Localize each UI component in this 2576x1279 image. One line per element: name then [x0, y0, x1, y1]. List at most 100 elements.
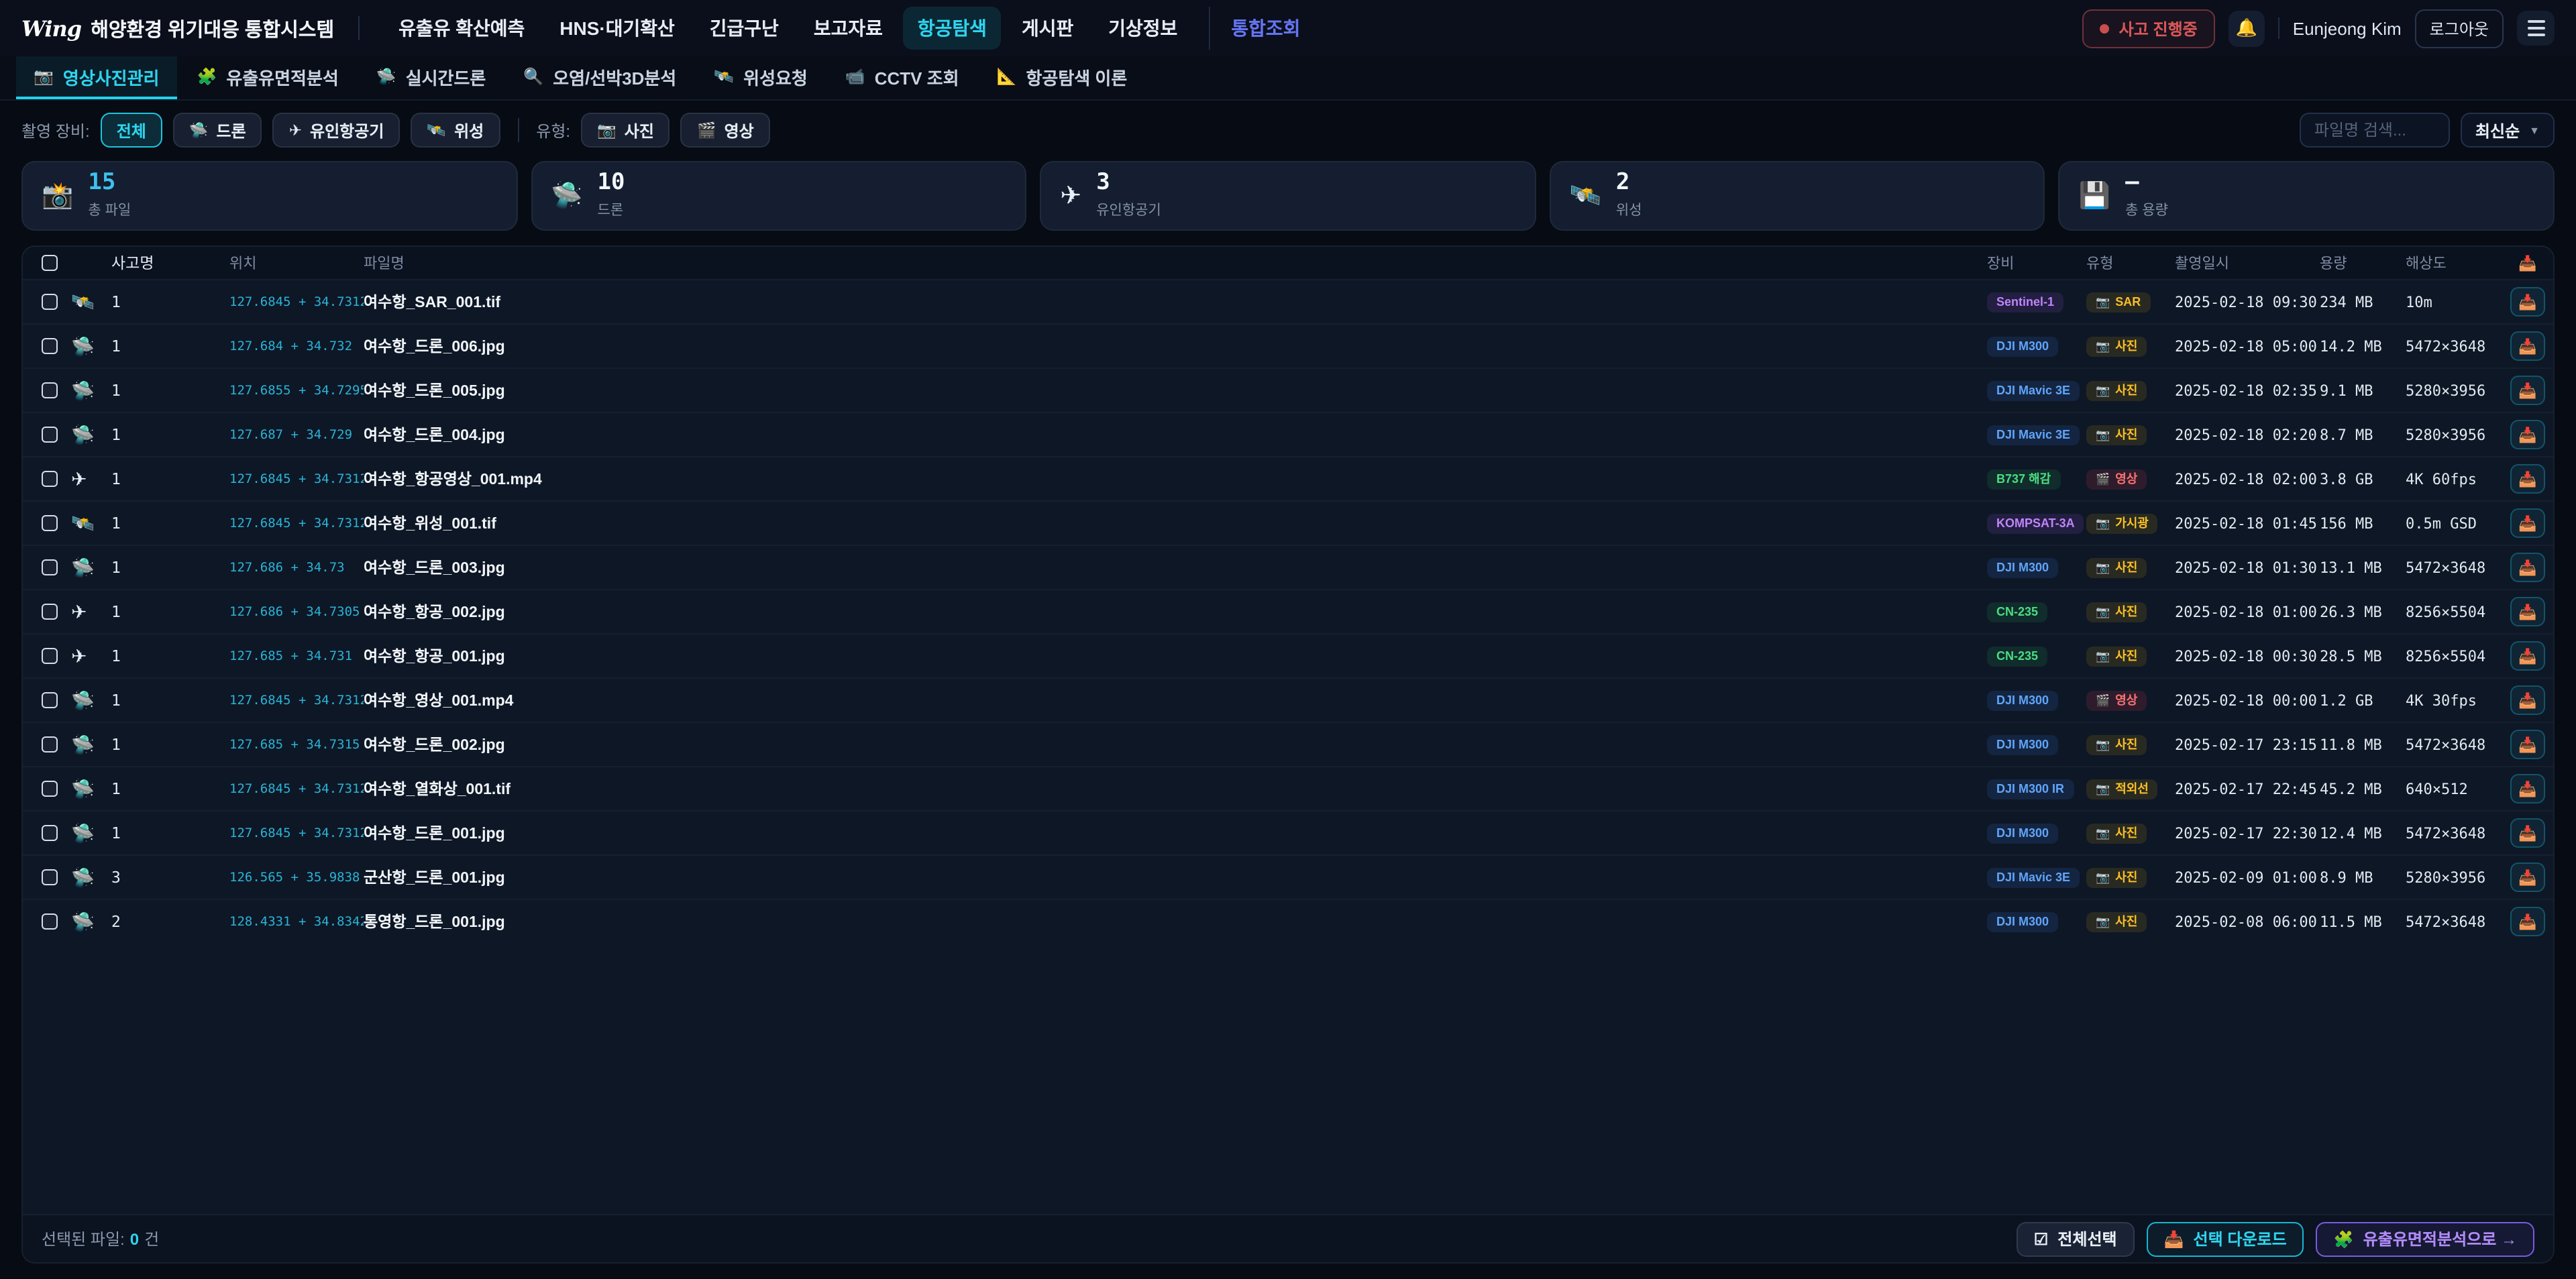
row-checkbox[interactable]	[42, 648, 58, 664]
hamburger-menu-icon[interactable]	[2517, 11, 2555, 46]
coordinates-link[interactable]: 127.6845 + 34.7312	[229, 516, 364, 531]
footer-action-button[interactable]: 🧩 유출유면적분석으로 →	[2316, 1221, 2534, 1256]
table-row[interactable]: ✈ 1 127.6845 + 34.7312 여수항_항공영상_001.mp4 …	[23, 456, 2553, 500]
table-row[interactable]: 🛸 2 128.4331 + 34.8342 통영항_드론_001.jpg DJ…	[23, 899, 2553, 943]
equipment-icon: 🛸	[71, 335, 111, 357]
row-checkbox[interactable]	[42, 781, 58, 797]
table-row[interactable]: 🛸 1 127.687 + 34.729 여수항_드론_004.jpg DJI …	[23, 412, 2553, 456]
table-row[interactable]: 🛸 1 127.6845 + 34.7312 여수항_영상_001.mp4 DJ…	[23, 677, 2553, 722]
incident-id: 1	[111, 735, 229, 754]
tab-item[interactable]: 🔍 오염/선박3D분석	[506, 56, 694, 99]
download-button[interactable]: 📥	[2510, 907, 2545, 936]
equipment-filter-chip[interactable]: 🛰️ 위성	[411, 113, 500, 148]
table-row[interactable]: 🛸 1 127.684 + 34.732 여수항_드론_006.jpg DJI …	[23, 323, 2553, 368]
row-checkbox[interactable]	[42, 427, 58, 443]
table-row[interactable]: 🛰️ 1 127.6845 + 34.7312 여수항_위성_001.tif K…	[23, 500, 2553, 545]
capture-datetime: 2025-02-18 01:30	[2175, 559, 2320, 576]
incident-status-badge[interactable]: 사고 진행중	[2083, 9, 2215, 48]
download-button[interactable]: 📥	[2510, 287, 2545, 317]
select-all-checkbox[interactable]	[42, 255, 58, 271]
table-row[interactable]: ✈ 1 127.686 + 34.7305 여수항_항공_002.jpg CN-…	[23, 589, 2553, 633]
table-row[interactable]: 🛸 1 127.686 + 34.73 여수항_드론_003.jpg DJI M…	[23, 545, 2553, 589]
table-row[interactable]: 🛸 1 127.685 + 34.7315 여수항_드론_002.jpg DJI…	[23, 722, 2553, 766]
download-button[interactable]: 📥	[2510, 641, 2545, 671]
nav-item[interactable]: 긴급구난	[695, 7, 794, 50]
download-button[interactable]: 📥	[2510, 464, 2545, 494]
row-checkbox[interactable]	[42, 471, 58, 487]
coordinates-link[interactable]: 127.686 + 34.73	[229, 560, 364, 575]
row-checkbox[interactable]	[42, 825, 58, 841]
table-row[interactable]: 🛸 1 127.6855 + 34.7295 여수항_드론_005.jpg DJ…	[23, 368, 2553, 412]
tab-item[interactable]: 📐 항공탐색 이론	[979, 56, 1145, 99]
table-row[interactable]: 🛸 1 127.6845 + 34.7312 여수항_드론_001.jpg DJ…	[23, 810, 2553, 854]
app-logo[interactable]: Wing 해양환경 위기대응 통합시스템	[21, 14, 334, 42]
row-checkbox[interactable]	[42, 692, 58, 708]
coordinates-link[interactable]: 127.684 + 34.732	[229, 339, 364, 353]
row-checkbox[interactable]	[42, 869, 58, 885]
download-button[interactable]: 📥	[2510, 818, 2545, 848]
coordinates-link[interactable]: 127.6845 + 34.7312	[229, 781, 364, 796]
table-row[interactable]: 🛸 1 127.6845 + 34.7312 여수항_열화상_001.tif D…	[23, 766, 2553, 810]
nav-item[interactable]: HNS·대기확산	[545, 7, 690, 50]
download-button[interactable]: 📥	[2510, 774, 2545, 803]
coordinates-link[interactable]: 127.686 + 34.7305	[229, 604, 364, 619]
row-checkbox[interactable]	[42, 338, 58, 354]
tab-item[interactable]: 🧩 유출유면적분석	[179, 56, 356, 99]
type-filter-chip[interactable]: 📷 사진	[581, 113, 670, 148]
equipment-filter-chip[interactable]: 🛸 드론	[173, 113, 262, 148]
filename-search-input[interactable]	[2300, 113, 2450, 148]
download-button[interactable]: 📥	[2510, 420, 2545, 449]
coordinates-link[interactable]: 127.6855 + 34.7295	[229, 383, 364, 398]
equipment-filter-chip[interactable]: ✈ 유인항공기	[273, 113, 400, 148]
coordinates-link[interactable]: 127.687 + 34.729	[229, 427, 364, 442]
table-row[interactable]: ✈ 1 127.685 + 34.731 여수항_항공_001.jpg CN-2…	[23, 633, 2553, 677]
table-row[interactable]: 🛸 3 126.565 + 35.9838 군산항_드론_001.jpg DJI…	[23, 854, 2553, 899]
col-incident: 사고명	[111, 252, 229, 274]
download-button[interactable]: 📥	[2510, 553, 2545, 582]
download-button[interactable]: 📥	[2510, 597, 2545, 626]
footer-action-button[interactable]: ☑ 전체선택	[2017, 1221, 2135, 1256]
table-row[interactable]: 🛰️ 1 127.6845 + 34.7312 여수항_SAR_001.tif …	[23, 279, 2553, 323]
coordinates-link[interactable]: 126.565 + 35.9838	[229, 870, 364, 885]
coordinates-link[interactable]: 127.6845 + 34.7312	[229, 471, 364, 486]
row-checkbox[interactable]	[42, 382, 58, 398]
nav-item[interactable]: 게시판	[1007, 7, 1088, 50]
download-icon: 📥	[2518, 824, 2536, 842]
tab-item[interactable]: 📷 영상사진관리	[16, 56, 176, 99]
coordinates-link[interactable]: 127.685 + 34.7315	[229, 737, 364, 752]
nav-item[interactable]: 유출유 확산예측	[384, 7, 539, 50]
row-checkbox[interactable]	[42, 913, 58, 930]
row-checkbox[interactable]	[42, 559, 58, 575]
equipment-filter-chip[interactable]: 전체	[101, 113, 162, 148]
tab-item[interactable]: 🛰️ 위성요청	[696, 56, 825, 99]
notification-bell-icon[interactable]: 🔔	[2229, 10, 2265, 46]
download-button[interactable]: 📥	[2510, 331, 2545, 361]
resolution: 5472×3648	[2406, 337, 2502, 355]
row-checkbox[interactable]	[42, 294, 58, 310]
coordinates-link[interactable]: 127.6845 + 34.7312	[229, 693, 364, 708]
coordinates-link[interactable]: 128.4331 + 34.8342	[229, 914, 364, 929]
coordinates-link[interactable]: 127.6845 + 34.7312	[229, 826, 364, 840]
download-button[interactable]: 📥	[2510, 376, 2545, 405]
nav-item[interactable]: 기상정보	[1093, 7, 1192, 50]
download-button[interactable]: 📥	[2510, 863, 2545, 892]
nav-item[interactable]: 보고자료	[799, 7, 898, 50]
type-filter-chip[interactable]: 🎬 영상	[681, 113, 770, 148]
row-checkbox[interactable]	[42, 736, 58, 753]
type-icon: 📷	[2096, 518, 2110, 529]
download-button[interactable]: 📥	[2510, 730, 2545, 759]
device-badge: DJI M300	[1987, 336, 2058, 356]
nav-item[interactable]: 항공탐색	[903, 7, 1002, 50]
download-button[interactable]: 📥	[2510, 685, 2545, 715]
tab-item[interactable]: 🛸 실시간드론	[359, 56, 504, 99]
coordinates-link[interactable]: 127.685 + 34.731	[229, 649, 364, 663]
coordinates-link[interactable]: 127.6845 + 34.7312	[229, 294, 364, 309]
download-button[interactable]: 📥	[2510, 508, 2545, 538]
sort-select[interactable]: 최신순 ▼	[2461, 113, 2555, 148]
logout-button[interactable]: 로그아웃	[2415, 9, 2504, 48]
tab-item[interactable]: 📹 CCTV 조회	[828, 56, 977, 99]
row-checkbox[interactable]	[42, 515, 58, 531]
row-checkbox[interactable]	[42, 604, 58, 620]
nav-item[interactable]: 통합조회	[1208, 7, 1315, 50]
footer-action-button[interactable]: 📥 선택 다운로드	[2147, 1221, 2304, 1256]
